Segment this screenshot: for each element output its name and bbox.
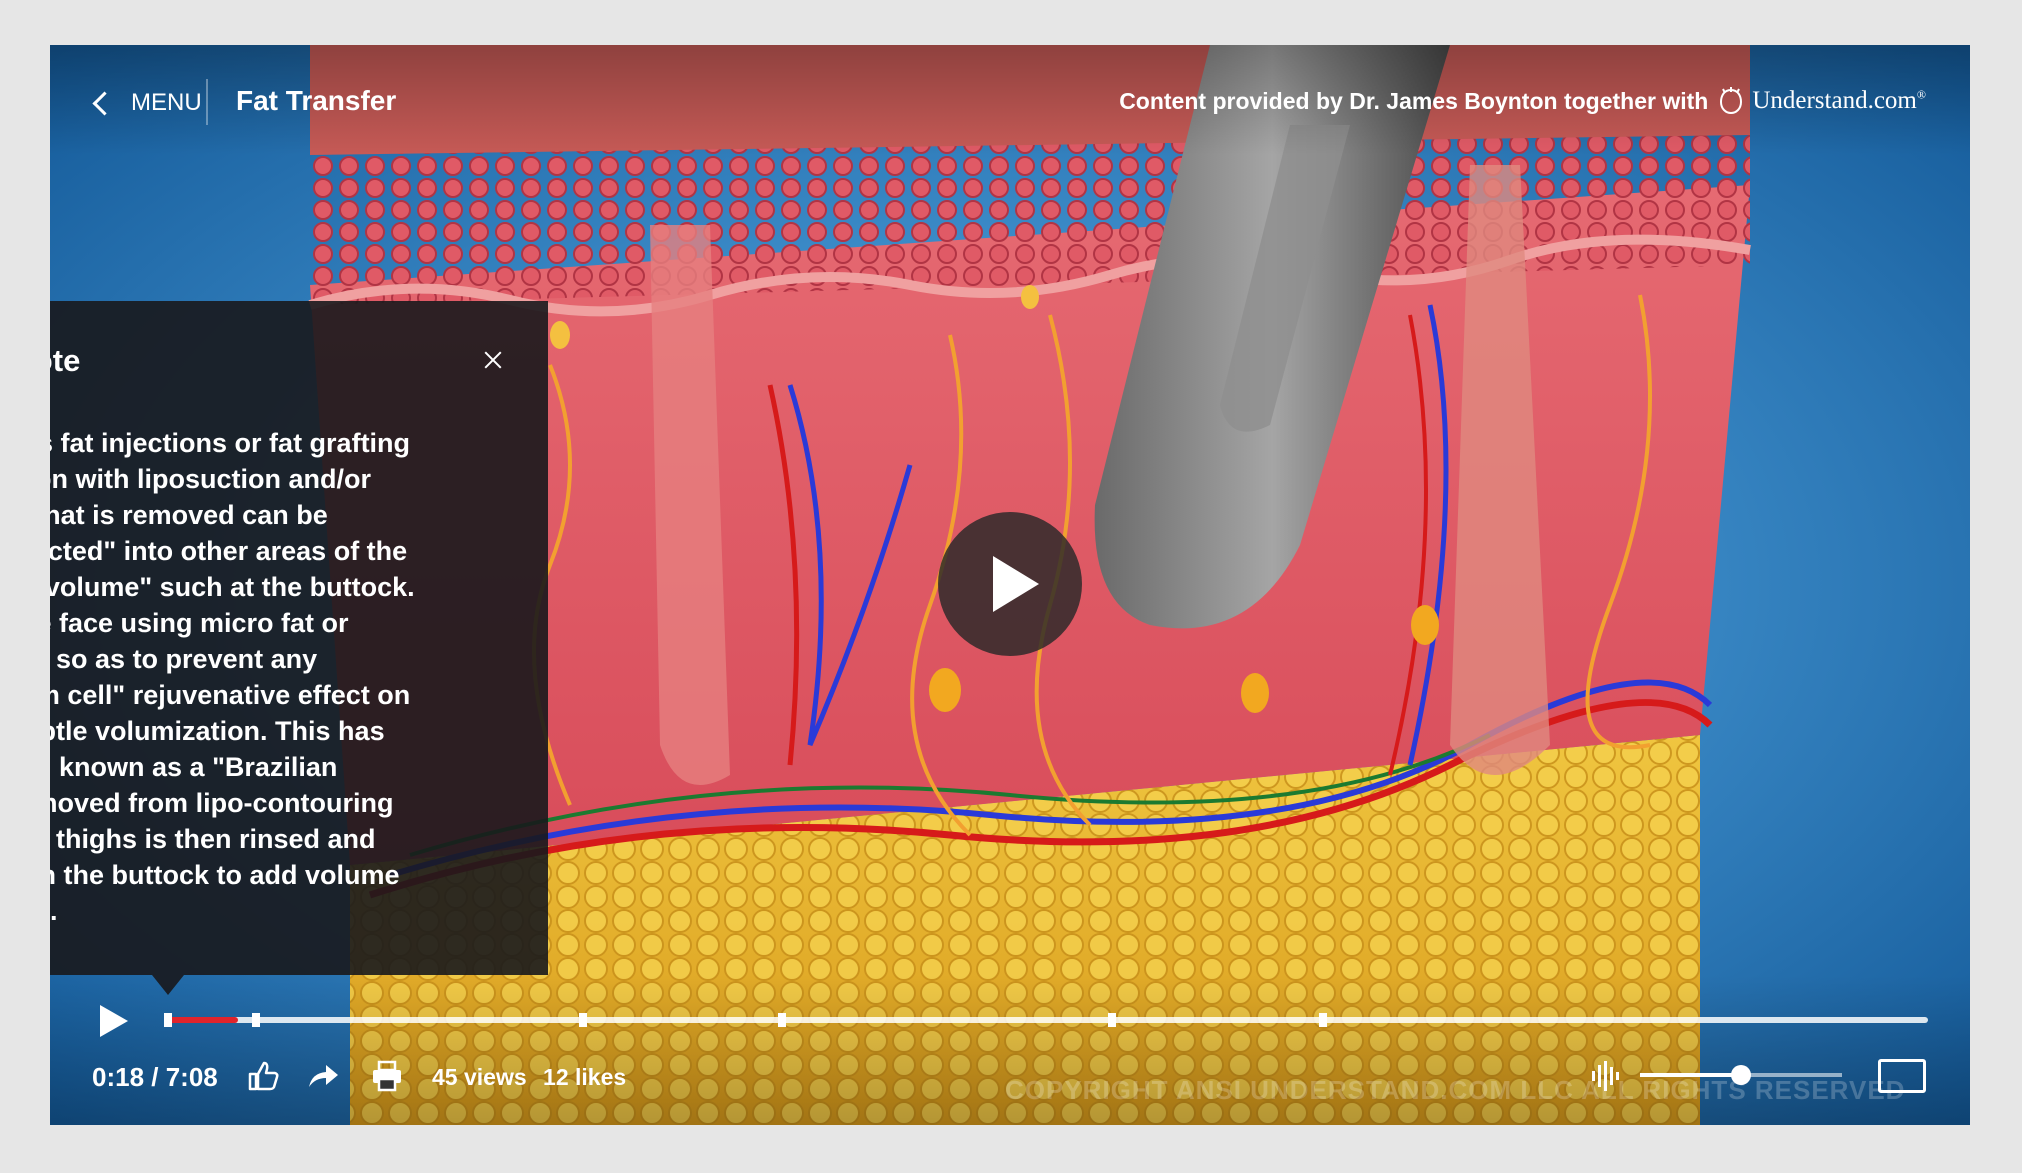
chapter-marker[interactable] xyxy=(578,1013,587,1027)
menu-label: MENU xyxy=(131,89,202,116)
thumbs-up-icon[interactable] xyxy=(246,1059,280,1093)
note-subtitle: ON xyxy=(50,383,490,413)
chapter-marker[interactable] xyxy=(164,1013,172,1027)
video-stats: 45 views 12 likes xyxy=(432,1059,636,1095)
credit-author: Dr. James Boynton xyxy=(1349,87,1558,114)
content-credit: Content provided by Dr. James Boynton to… xyxy=(1119,81,1926,121)
understand-logo-icon xyxy=(1720,87,1743,115)
header-divider xyxy=(206,79,208,125)
credit-prefix: Content provided by xyxy=(1119,87,1343,114)
credit-middle: together with xyxy=(1563,87,1709,114)
likes-count: 12 likes xyxy=(543,1064,627,1090)
chapter-marker[interactable] xyxy=(1107,1013,1116,1027)
fullscreen-icon[interactable] xyxy=(1878,1059,1926,1093)
volume-icon[interactable] xyxy=(1590,1059,1624,1093)
time-display: 0:18 / 7:08 xyxy=(92,1062,218,1092)
volume-handle[interactable] xyxy=(1731,1065,1751,1085)
video-player[interactable]: MENU Fat Transfer Content provided by Dr… xyxy=(50,45,1970,1125)
video-title: Fat Transfer xyxy=(236,85,397,116)
menu-button[interactable]: MENU xyxy=(90,83,202,123)
share-icon[interactable] xyxy=(306,1059,340,1093)
play-icon xyxy=(100,1005,128,1037)
volume-level xyxy=(1640,1073,1741,1077)
surgeon-note-panel: ton's Note ON known as fat injections or… xyxy=(50,301,548,975)
volume-slider[interactable] xyxy=(1640,1065,1842,1085)
note-text: known as fat injections or fat grafting … xyxy=(50,428,415,926)
note-title: ton's Note xyxy=(50,343,81,378)
play-icon xyxy=(993,556,1039,612)
close-icon[interactable] xyxy=(478,345,508,375)
progress-bar[interactable] xyxy=(164,1013,1928,1027)
chapter-marker[interactable] xyxy=(777,1013,786,1027)
print-icon[interactable] xyxy=(370,1059,404,1093)
progress-played xyxy=(164,1017,239,1023)
views-count: 45 views xyxy=(432,1064,527,1090)
chapter-marker[interactable] xyxy=(252,1013,261,1027)
chapter-marker[interactable] xyxy=(1319,1013,1328,1027)
play-button[interactable] xyxy=(100,1005,132,1039)
chevron-left-icon xyxy=(92,90,117,116)
brand-name: Understand.com® xyxy=(1752,87,1926,114)
center-play-button[interactable] xyxy=(938,512,1082,656)
copyright-watermark: COPYRIGHT ANSI UNDERSTAND.COM LLC ALL RI… xyxy=(1005,1075,1906,1105)
